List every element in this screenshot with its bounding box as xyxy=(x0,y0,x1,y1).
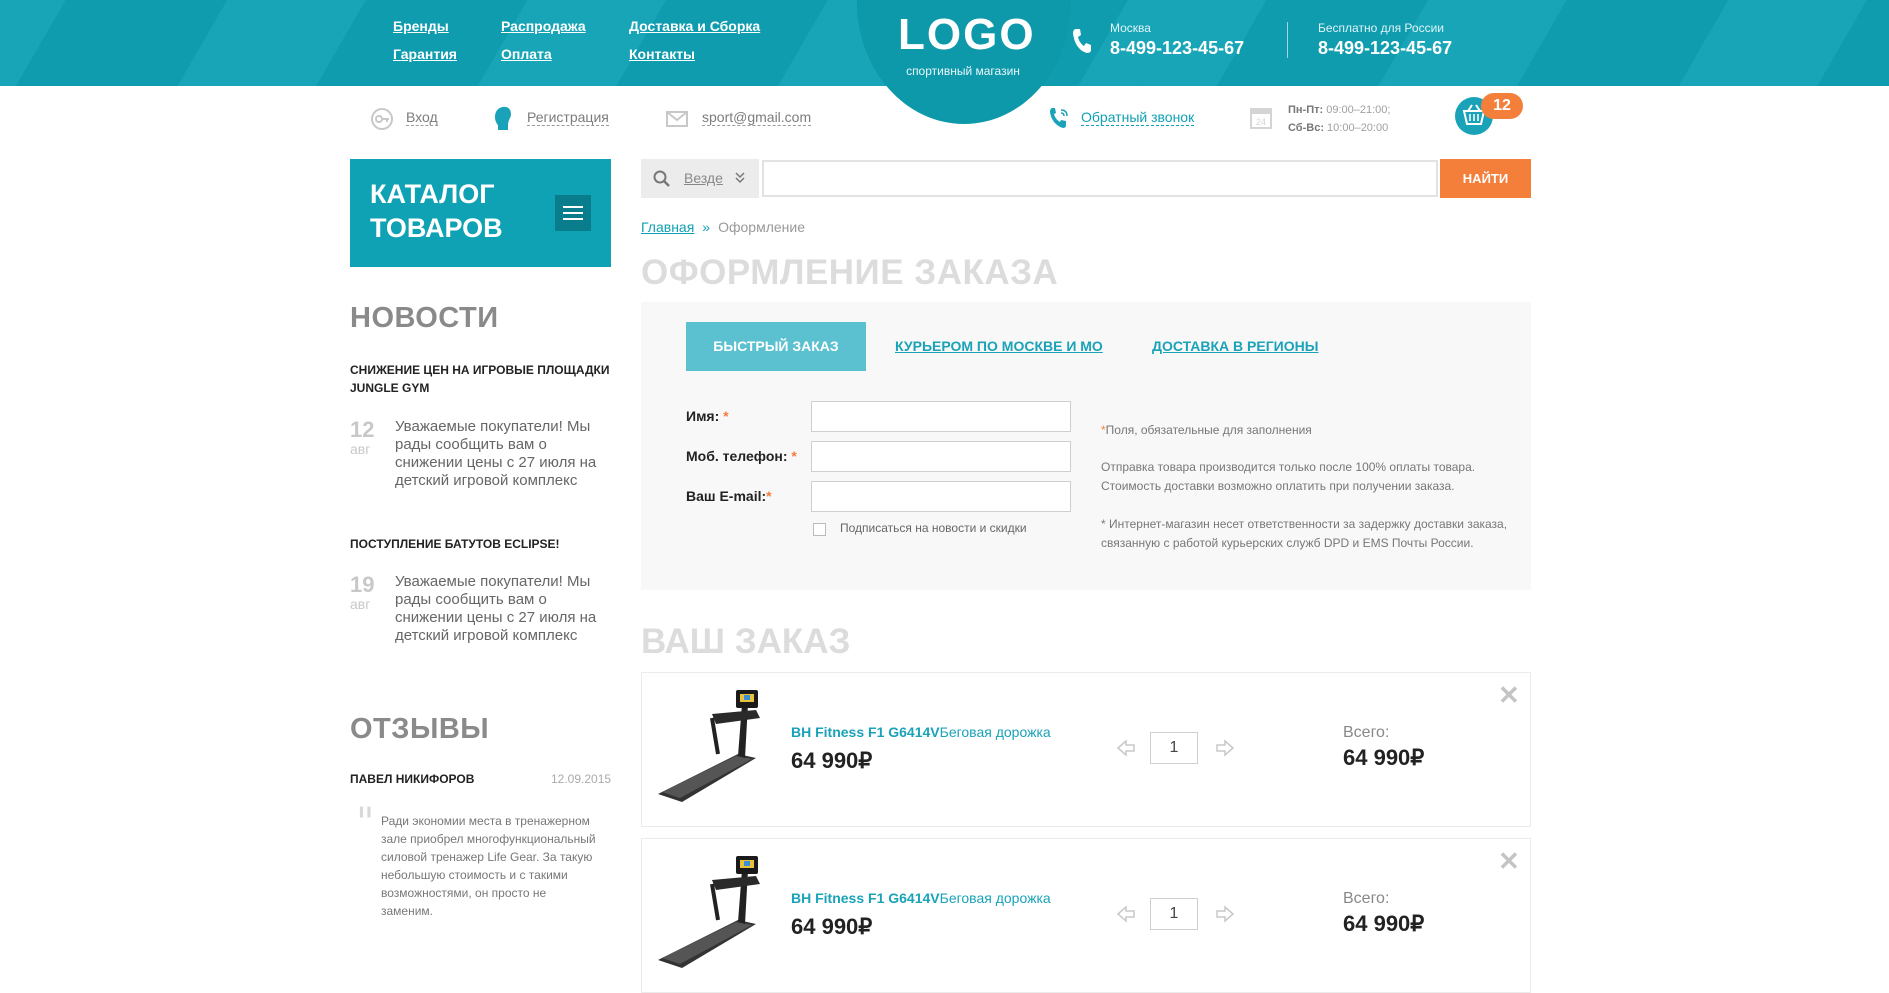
search-icon xyxy=(653,170,670,187)
nav-link-warranty[interactable]: Гарантия xyxy=(393,46,457,62)
header-city: Москва xyxy=(1110,21,1151,35)
email-link[interactable]: sport@gmail.com xyxy=(702,109,812,126)
login-link[interactable]: Вход xyxy=(406,109,438,126)
phone-field[interactable] xyxy=(811,441,1071,472)
liability-note: * Интернет-магазин несет ответственности… xyxy=(1101,517,1508,550)
user-head-icon xyxy=(495,106,511,130)
reviews-heading: ОТЗЫВЫ xyxy=(350,713,490,745)
subscribe-label[interactable]: Подписаться на новости и скидки xyxy=(840,521,1027,535)
payment-note: Отправка товара производится только посл… xyxy=(1101,460,1476,493)
quantity-field[interactable]: 1 xyxy=(1150,732,1198,764)
svg-text:24: 24 xyxy=(1256,117,1266,127)
working-hours: Пн-Пт: 09:00–21:00; Сб-Вс: 10:00–20:00 xyxy=(1288,104,1391,134)
site-logo[interactable]: LOGO xyxy=(898,10,1034,60)
review-author: ПАВЕЛ НИКИФОРОВ xyxy=(350,772,475,786)
product-name[interactable]: BH Fitness F1 G6414VБеговая дорожка xyxy=(791,890,1051,906)
callback-link[interactable]: Обратный звонок xyxy=(1081,109,1195,126)
total-value: 64 990₽ xyxy=(1343,911,1425,936)
chevron-down-icon xyxy=(735,172,745,184)
treadmill-image xyxy=(658,690,760,802)
search-scope-select[interactable]: Везде xyxy=(641,159,759,198)
catalog-title: КАТАЛОГ ТОВАРОВ xyxy=(370,179,503,243)
breadcrumb-home[interactable]: Главная xyxy=(641,219,694,235)
search-button[interactable]: НАЙТИ xyxy=(1440,159,1531,198)
subscribe-checkbox[interactable] xyxy=(813,523,826,536)
calendar-icon: 24 xyxy=(1250,108,1272,129)
news-title[interactable]: ПОСТУПЛЕНИЕ БАТУТОВ ECLIPSE! xyxy=(350,535,610,553)
nav-link-payment[interactable]: Оплата xyxy=(501,46,552,62)
required-note: *Поля, обязательные для заполнения xyxy=(1101,423,1312,437)
header-divider xyxy=(1287,22,1288,58)
tab-courier-moscow[interactable]: КУРЬЕРОМ ПО МОСКВЕ И МО xyxy=(895,338,1103,354)
news-day: 19 xyxy=(350,572,375,597)
product-price: 64 990₽ xyxy=(791,748,873,773)
decrease-arrow-icon[interactable] xyxy=(1116,904,1136,924)
news-text: Уважаемые покупатели! Мы рады сообщить в… xyxy=(395,418,597,489)
register-link[interactable]: Регистрация xyxy=(527,109,609,126)
order-title: ВАШ ЗАКАЗ xyxy=(641,622,851,661)
news-text: Уважаемые покупатели! Мы рады сообщить в… xyxy=(395,573,597,644)
decrease-arrow-icon[interactable] xyxy=(1116,738,1136,758)
name-label: Имя: * xyxy=(686,408,729,424)
phone-label: Моб. телефон: * xyxy=(686,448,797,464)
breadcrumb-current: Оформление xyxy=(718,219,805,235)
breadcrumb-separator-icon: » xyxy=(702,219,711,235)
nav-link-contacts[interactable]: Контакты xyxy=(629,46,695,62)
page-title: ОФОРМЛЕНИЕ ЗАКАЗА xyxy=(641,253,1059,292)
callback-phone-icon xyxy=(1050,108,1068,128)
product-name[interactable]: BH Fitness F1 G6414VБеговая дорожка xyxy=(791,724,1051,740)
hamburger-icon[interactable] xyxy=(555,195,591,231)
news-day: 12 xyxy=(350,417,375,442)
nav-link-delivery[interactable]: Доставка и Сборка xyxy=(629,18,760,34)
news-title[interactable]: СНИЖЕНИЕ ЦЕН НА ИГРОВЫЕ ПЛОЩАДКИ JUNGLE … xyxy=(350,361,610,397)
total-label: Всего: xyxy=(1343,890,1390,907)
remove-item-close-icon[interactable]: ✕ xyxy=(1498,682,1520,708)
cart-count-badge: 12 xyxy=(1481,93,1523,119)
email-label: Ваш E-mail:* xyxy=(686,488,772,504)
quote-icon: " xyxy=(356,800,375,846)
increase-arrow-icon[interactable] xyxy=(1215,904,1235,924)
news-month: авг xyxy=(350,596,371,612)
total-label: Всего: xyxy=(1343,724,1390,741)
header-phone-free[interactable]: 8-499-123-45-67 xyxy=(1318,38,1452,59)
quantity-field[interactable]: 1 xyxy=(1150,898,1198,930)
tab-regions-delivery[interactable]: ДОСТАВКА В РЕГИОНЫ xyxy=(1152,338,1318,354)
search-scope-label: Везде xyxy=(684,170,723,186)
logo-subtitle: спортивный магазин xyxy=(906,64,1020,78)
catalog-menu-button[interactable]: КАТАЛОГ ТОВАРОВ xyxy=(350,159,611,267)
header-phone-moscow[interactable]: 8-499-123-45-67 xyxy=(1110,38,1244,59)
total-value: 64 990₽ xyxy=(1343,745,1425,770)
search-input[interactable] xyxy=(762,160,1438,197)
phone-icon xyxy=(1073,29,1091,53)
product-price: 64 990₽ xyxy=(791,914,873,939)
nav-link-brands[interactable]: Бренды xyxy=(393,18,449,34)
increase-arrow-icon[interactable] xyxy=(1215,738,1235,758)
name-field[interactable] xyxy=(811,401,1071,432)
key-icon xyxy=(371,108,393,130)
mail-icon xyxy=(666,111,688,127)
review-text: Ради экономии места в тренажерном зале п… xyxy=(381,814,596,918)
news-heading: НОВОСТИ xyxy=(350,302,499,334)
breadcrumb: Главная » Оформление xyxy=(641,219,805,235)
remove-item-close-icon[interactable]: ✕ xyxy=(1498,848,1520,874)
email-field[interactable] xyxy=(811,481,1071,512)
news-month: авг xyxy=(350,441,371,457)
tab-quick-order[interactable]: БЫСТРЫЙ ЗАКАЗ xyxy=(686,322,866,371)
treadmill-image xyxy=(658,856,760,968)
header-free-label: Бесплатно для России xyxy=(1318,21,1444,35)
review-date: 12.09.2015 xyxy=(551,772,612,786)
nav-link-sale[interactable]: Распродажа xyxy=(501,18,586,34)
